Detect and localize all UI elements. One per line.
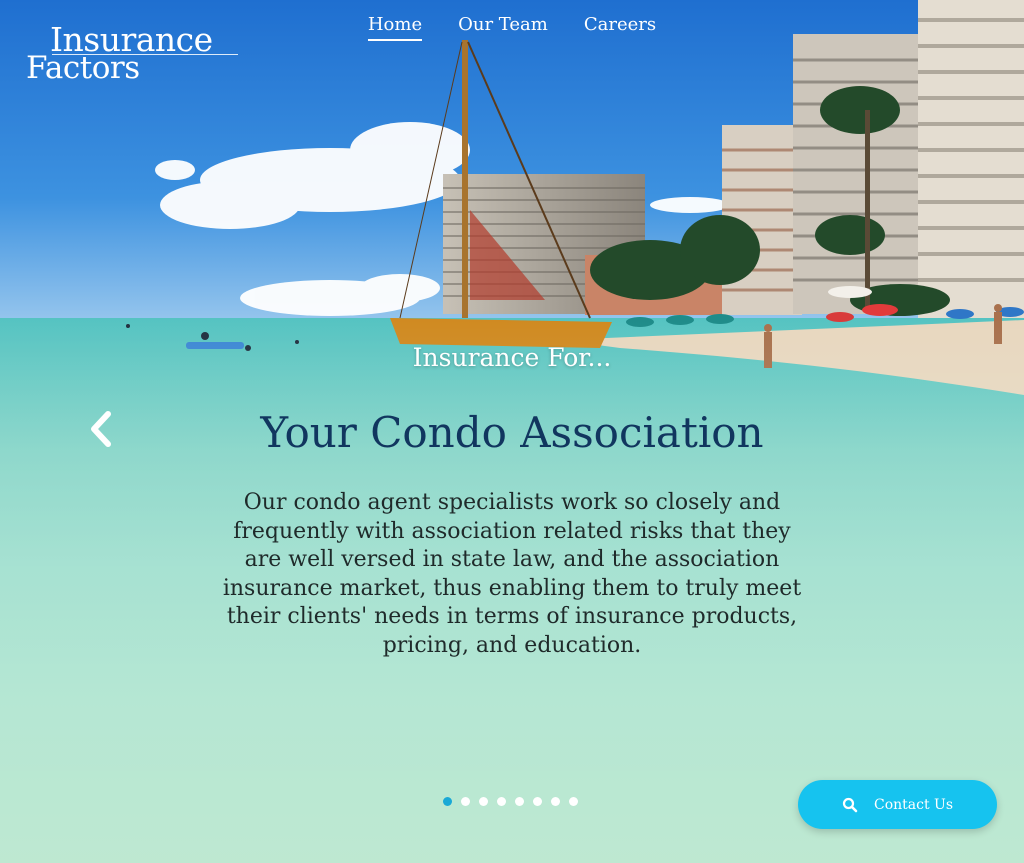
carousel-dot[interactable]	[569, 797, 578, 806]
carousel-pagination	[443, 797, 578, 806]
nav-link-our-team[interactable]: Our Team	[458, 14, 548, 41]
search-icon	[842, 797, 858, 812]
logo-text-factors: Factors	[26, 50, 140, 86]
hero-body-text: Our condo agent specialists work so clos…	[222, 490, 802, 658]
contact-us-label: Contact Us	[873, 796, 954, 813]
carousel-dot[interactable]	[551, 797, 560, 806]
chevron-left-icon	[91, 411, 111, 447]
nav-link-careers[interactable]: Careers	[584, 14, 656, 41]
carousel-prev-button[interactable]	[86, 410, 118, 448]
hero-headline: Your Condo Association	[260, 408, 764, 457]
carousel-dot[interactable]	[461, 797, 470, 806]
carousel-dot[interactable]	[443, 797, 452, 806]
carousel-dot[interactable]	[533, 797, 542, 806]
carousel-dot[interactable]	[479, 797, 488, 806]
nav-link-home[interactable]: Home	[367, 14, 423, 41]
main-nav: Home Our Team Careers	[0, 14, 1024, 41]
hero-kicker: Insurance For...	[412, 343, 612, 372]
carousel-dot[interactable]	[497, 797, 506, 806]
contact-us-button[interactable]: Contact Us	[798, 780, 997, 829]
carousel-dot[interactable]	[515, 797, 524, 806]
